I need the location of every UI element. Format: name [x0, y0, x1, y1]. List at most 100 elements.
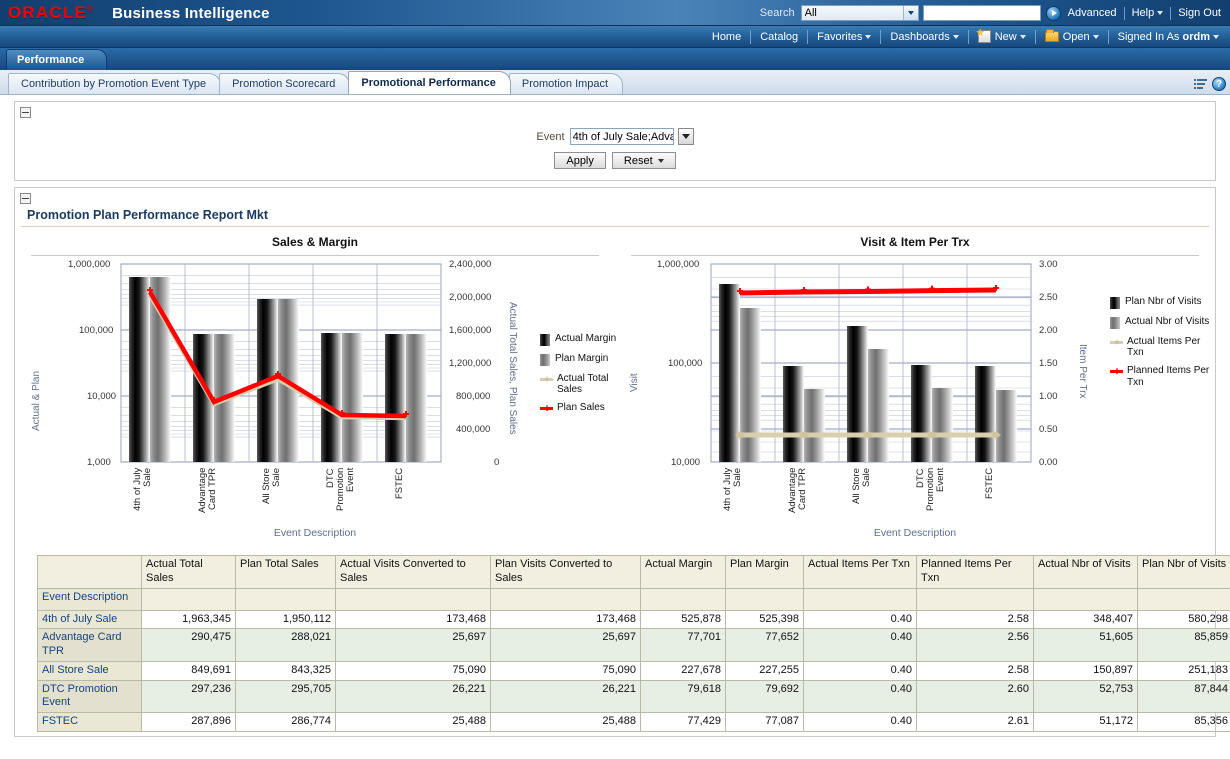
search-input[interactable]: [923, 5, 1041, 21]
table-row: 4th of July Sale 1,963,345 1,950,112 173…: [38, 610, 1230, 629]
dashboard-page-tabs: Contribution by Promotion Event Type Pro…: [0, 70, 1230, 95]
cell-value: 348,407: [1034, 610, 1138, 629]
x-axis-tick: All Store Sale: [852, 468, 872, 513]
table-body: 4th of July Sale 1,963,345 1,950,112 173…: [38, 610, 1230, 731]
series-swatch-icon: [1110, 297, 1120, 309]
spacer-cell: [804, 588, 917, 610]
spacer-cell: [236, 588, 336, 610]
dashboard-tab-label: Performance: [17, 54, 84, 66]
cell-value: 87,844: [1138, 680, 1230, 713]
cell-value: 173,468: [491, 610, 641, 629]
cell-value: 2.58: [917, 661, 1034, 680]
x-axis-tick: Advantage Card TPR: [198, 468, 218, 513]
nav-signed-in-as[interactable]: Signed In As ordm: [1109, 26, 1228, 48]
legend-item[interactable]: Plan Nbr of Visits: [1110, 296, 1210, 309]
column-header-actual-items-per-txn[interactable]: Actual Items Per Txn: [804, 556, 917, 589]
cell-value: 0.40: [804, 661, 917, 680]
legend-item[interactable]: Planned Items Per Txn: [1110, 365, 1210, 387]
nav-home[interactable]: Home: [703, 26, 750, 48]
column-header-actual-total-sales[interactable]: Actual Total Sales: [142, 556, 236, 589]
cell-value: 1,963,345: [142, 610, 236, 629]
dashboard-tab-performance[interactable]: Performance: [6, 49, 107, 70]
column-header-plan-total-sales[interactable]: Plan Total Sales: [236, 556, 336, 589]
collapse-icon[interactable]: [20, 107, 31, 118]
cell-event[interactable]: Advantage Card TPR: [38, 629, 142, 662]
column-header-actual-margin[interactable]: Actual Margin: [641, 556, 726, 589]
collapse-icon[interactable]: [20, 193, 31, 204]
help-icon[interactable]: ?: [1212, 77, 1226, 91]
spacer-cell: [336, 588, 491, 610]
nav-dashboards[interactable]: Dashboards: [881, 26, 967, 48]
cell-value: 227,255: [726, 661, 804, 680]
column-header-actual-visits-converted-to-sales[interactable]: Actual Visits Converted to Sales: [336, 556, 491, 589]
page-options-icon[interactable]: [1194, 78, 1208, 91]
cell-event[interactable]: 4th of July Sale: [38, 610, 142, 629]
charts-row: Sales & Margin: [15, 227, 1215, 547]
column-header-plan-visits-converted-to-sales[interactable]: Plan Visits Converted to Sales: [491, 556, 641, 589]
reset-button-label: Reset: [624, 155, 653, 167]
page-toolbar: ?: [1194, 77, 1230, 94]
series-line-icon: [1110, 365, 1123, 377]
page-tab-promotion-impact[interactable]: Promotion Impact: [509, 73, 623, 94]
chevron-down-icon[interactable]: [678, 128, 694, 145]
page-tab-promotional-performance[interactable]: Promotional Performance: [348, 71, 510, 94]
column-header-planned-items-per-txn[interactable]: Planned Items Per Txn: [917, 556, 1034, 589]
event-prompt-input[interactable]: 4th of July Sale;Adva: [570, 128, 674, 145]
cell-event[interactable]: FSTEC: [38, 713, 142, 732]
page-tab-label: Promotional Performance: [361, 77, 495, 89]
cell-value: 1,950,112: [236, 610, 336, 629]
y2-axis-title: Actual Total Sales, Plan Sales: [507, 302, 518, 487]
page-tab-promotion-scorecard[interactable]: Promotion Scorecard: [219, 73, 350, 94]
search-scope-wrapper[interactable]: All: [801, 5, 919, 21]
folder-icon: [1045, 31, 1059, 42]
search-scope-select[interactable]: All: [801, 5, 919, 21]
x-axis-title: Event Description: [615, 527, 1215, 539]
chevron-down-icon: [1093, 35, 1099, 39]
search-go-button[interactable]: [1046, 6, 1061, 21]
y-axis-tick: 100,000: [668, 358, 702, 369]
cell-value: 25,697: [491, 629, 641, 662]
nav-open[interactable]: Open: [1036, 26, 1108, 48]
legend-item[interactable]: Actual Items Per Txn: [1110, 336, 1210, 358]
table-row: DTC Promotion Event 297,236 295,705 26,2…: [38, 680, 1230, 713]
cell-value: 849,691: [142, 661, 236, 680]
cell-value: 288,021: [236, 629, 336, 662]
x-axis-tick: 4th of July Sale: [723, 468, 743, 513]
table-row: All Store Sale 849,691 843,325 75,090 75…: [38, 661, 1230, 680]
spacer-cell: [491, 588, 641, 610]
y2-axis-tick: 2,000,000: [449, 292, 491, 303]
nav-favorites[interactable]: Favorites: [808, 26, 880, 48]
column-header-actual-nbr-of-visits[interactable]: Actual Nbr of Visits: [1034, 556, 1138, 589]
cell-value: 0.40: [804, 713, 917, 732]
cell-value: 79,618: [641, 680, 726, 713]
sign-out-link[interactable]: Sign Out: [1171, 7, 1228, 19]
column-header-plan-nbr-of-visits[interactable]: Plan Nbr of Visits: [1138, 556, 1230, 589]
nav-new[interactable]: New: [969, 26, 1035, 48]
spacer-cell: [726, 588, 804, 610]
apply-button[interactable]: Apply: [554, 152, 606, 169]
cell-event[interactable]: DTC Promotion Event: [38, 680, 142, 713]
advanced-search-link[interactable]: Advanced: [1061, 7, 1124, 19]
cell-event[interactable]: All Store Sale: [38, 661, 142, 680]
legend-label: Plan Nbr of Visits: [1125, 296, 1202, 307]
column-header-plan-margin[interactable]: Plan Margin: [726, 556, 804, 589]
legend-label: Plan Margin: [555, 353, 608, 364]
y2-axis-tick: 1.50: [1039, 358, 1058, 369]
dashboard-area: Performance Contribution by Promotion Ev…: [0, 48, 1230, 95]
help-menu-label: Help: [1132, 7, 1155, 19]
page-tab-contribution-by-promotion-event-type[interactable]: Contribution by Promotion Event Type: [8, 73, 221, 94]
nav-catalog[interactable]: Catalog: [751, 26, 807, 48]
chart-legend: Plan Nbr of Visits Actual Nbr of Visits …: [1110, 296, 1210, 395]
cell-value: 51,172: [1034, 713, 1138, 732]
cell-value: 77,701: [641, 629, 726, 662]
cell-value: 25,697: [336, 629, 491, 662]
reset-button[interactable]: Reset: [612, 152, 676, 169]
report-table: Actual Total Sales Plan Total Sales Actu…: [37, 555, 1230, 732]
y2-axis-tick: 0: [494, 457, 499, 468]
legend-label: Actual Nbr of Visits: [1125, 316, 1209, 327]
cell-value: 287,896: [142, 713, 236, 732]
help-menu[interactable]: Help: [1125, 7, 1171, 19]
legend-item[interactable]: Actual Nbr of Visits: [1110, 316, 1210, 329]
header-corner: [38, 556, 142, 589]
spacer-cell: [641, 588, 726, 610]
